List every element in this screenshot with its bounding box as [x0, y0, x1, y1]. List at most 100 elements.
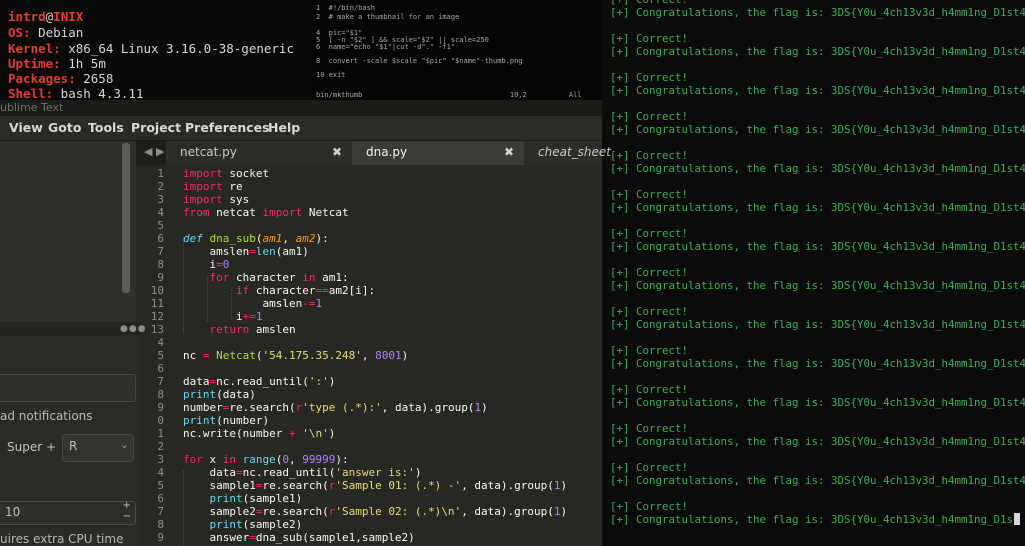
settings-header-strip: ●●●: [0, 322, 146, 336]
neofetch-packages: Packages: 2658: [8, 71, 114, 86]
more-dots-icon[interactable]: ●●●: [120, 324, 147, 334]
line-number: 5: [157, 219, 164, 232]
tab-label: dna.py: [366, 145, 408, 159]
flag-line: [+] Congratulations, the flag is: 3DS{Y0…: [610, 201, 1025, 214]
line-number: 10: [150, 284, 164, 297]
line-number: 4: [157, 466, 164, 479]
shortcut-key-value: R: [69, 439, 78, 453]
plus-minus-icon[interactable]: + −: [123, 500, 131, 522]
code-line: answer=dna_sub(sample1,sample2): [183, 531, 415, 544]
menu-bar: View Goto Tools Project Preferences Help: [0, 116, 602, 141]
line-number: 2: [157, 440, 164, 453]
neofetch-userhost: intrd@INIX: [8, 9, 84, 24]
line-number: 8: [157, 388, 164, 401]
shortcut-key-select[interactable]: R ⌄: [62, 434, 134, 462]
close-tab-icon[interactable]: ✖: [332, 145, 342, 159]
tab-nav-arrows-icon[interactable]: ◀ ▶: [144, 145, 164, 158]
correct-line: [+] Correct!: [610, 149, 689, 162]
settings-text-field[interactable]: [0, 374, 136, 402]
menu-view[interactable]: View: [9, 120, 43, 135]
code-line: def dna_sub(am1, am2):: [183, 232, 329, 245]
line-number: 8: [157, 258, 164, 271]
close-tab-icon[interactable]: ✖: [504, 145, 514, 159]
output-terminal[interactable]: [+] Correct![+] Congratulations, the fla…: [602, 0, 1025, 546]
code-line: number=re.search(r'type (.*):', data).gr…: [183, 401, 488, 414]
menu-goto[interactable]: Goto: [48, 120, 81, 135]
vim-line: 6 name="echo "$1"|cut -d"." -f1": [316, 43, 456, 51]
code-line: import socket: [183, 167, 270, 180]
flag-line: [+] Congratulations, the flag is: 3DS{Y0…: [610, 123, 1025, 136]
menu-project[interactable]: Project: [131, 120, 181, 135]
code-line: print(sample1): [209, 492, 303, 505]
menu-tools[interactable]: Tools: [88, 120, 124, 135]
line-number: 4: [157, 206, 164, 219]
flag-line: [+] Congratulations, the flag is: 3DS{Y0…: [610, 45, 1025, 58]
tab-bar: ◀ ▶ netcat.py ✖ dna.py ✖ cheat_sheet: [136, 141, 611, 165]
code-line: sample2=re.search(r'Sample 02: (.*)\n', …: [183, 505, 568, 518]
code-line: if character==am2[i]:: [235, 284, 376, 297]
line-number: 1: [157, 167, 164, 180]
correct-line: [+] Correct!: [610, 71, 689, 84]
number-spinner[interactable]: 10 + −: [0, 500, 136, 525]
correct-line: [+] Correct!: [610, 266, 689, 279]
settings-panel: ●●● ad notifications Super + R ⌄ 10 + − uir…: [0, 322, 146, 546]
line-number: 9: [157, 531, 164, 544]
code-line: i+=1: [183, 310, 263, 323]
line-number: 6: [157, 492, 164, 505]
code-line: print(number): [183, 414, 270, 427]
code-line: from netcat import Netcat: [183, 206, 349, 219]
vim-line: 10 exit: [316, 71, 346, 79]
line-number-gutter: 1 2 3 4 5 6 7 8 9 10 11 12 13 4 5 6 7 8 9 0 1 2 3 4 5 6 7 8 9: [136, 165, 170, 546]
code-line: import re: [183, 180, 243, 193]
flag-line: [+] Congratulations, the flag is: 3DS{Y0…: [610, 84, 1025, 97]
window-titlebar[interactable]: ublime Text: [0, 100, 602, 116]
line-number: 3: [157, 453, 164, 466]
code-line: nc.write(number + '\n'): [183, 427, 336, 440]
menu-help[interactable]: Help: [268, 120, 300, 135]
line-number: 4: [157, 336, 164, 349]
cpu-note-label: uires extra CPU time: [0, 532, 124, 546]
code-line: sample1=re.search(r'Sample 01: (.*) -', …: [183, 479, 568, 492]
code-line: data=nc.read_until(':'): [183, 375, 336, 388]
line-number: 12: [150, 310, 164, 323]
code-line: amslen-=1: [183, 297, 323, 310]
code-line: amslen=len(am1): [183, 245, 309, 258]
flag-line: [+] Congratulations, the flag is: 3DS{Y0…: [610, 318, 1025, 331]
line-number: 5: [157, 349, 164, 362]
flag-line: [+] Congratulations, the flag is: 3DS{Y0…: [610, 474, 1025, 487]
line-number: 0: [157, 414, 164, 427]
tab-cheat-sheet[interactable]: cheat_sheet: [524, 141, 611, 165]
tab-label: cheat_sheet: [538, 145, 611, 159]
sidebar-scrollbar[interactable]: [122, 143, 130, 293]
line-number: 7: [157, 245, 164, 258]
code-line: nc = Netcat('54.175.35.248', 8001): [183, 349, 409, 362]
neofetch-os: OS: Debian: [8, 25, 84, 40]
flag-line: [+] Congratulations, the flag is: 3DS{Y0…: [610, 396, 1025, 409]
tab-netcat[interactable]: netcat.py ✖: [166, 141, 352, 165]
correct-line: [+] Correct!: [610, 344, 689, 357]
menu-preferences[interactable]: Preferences: [185, 120, 270, 135]
code-line: for x in range(0, 99999):: [183, 453, 349, 466]
flag-line: [+] Congratulations, the flag is: 3DS{Y0…: [610, 279, 1025, 292]
line-number: 8: [157, 518, 164, 531]
correct-line: [+] Correct!: [610, 305, 689, 318]
neofetch-terminal: intrd@INIX OS: Debian Kernel: x86_64 Lin…: [0, 0, 312, 101]
notifications-label: ad notifications: [0, 409, 93, 423]
neofetch-kernel: Kernel: x86_64 Linux 3.16.0-38-generic: [8, 41, 294, 56]
line-number: 6: [157, 362, 164, 375]
vim-line: 2 # make a thumbnail for an image: [316, 13, 460, 21]
vim-line: 1 #!/bin/bash: [316, 4, 376, 12]
vim-line: 8 convert -scale $scale "$pic" "$name"-t…: [316, 57, 523, 65]
line-number: 7: [157, 375, 164, 388]
correct-line: [+] Correct!: [610, 383, 689, 396]
code-editor[interactable]: import socket import re import sys from …: [170, 165, 602, 546]
terminal-cursor: [1014, 513, 1021, 525]
flag-line: [+] Congratulations, the flag is: 3DS{Y0…: [610, 357, 1025, 370]
chevron-down-icon: ⌄: [119, 438, 129, 451]
neofetch-shell: Shell: bash 4.3.11: [8, 86, 144, 101]
code-line: data=nc.read_until('answer is:'): [183, 466, 422, 479]
code-line: import sys: [183, 193, 250, 206]
code-line: return amslen: [209, 323, 296, 336]
code-line: print(sample2): [209, 518, 303, 531]
tab-dna-active[interactable]: dna.py ✖: [352, 141, 524, 165]
